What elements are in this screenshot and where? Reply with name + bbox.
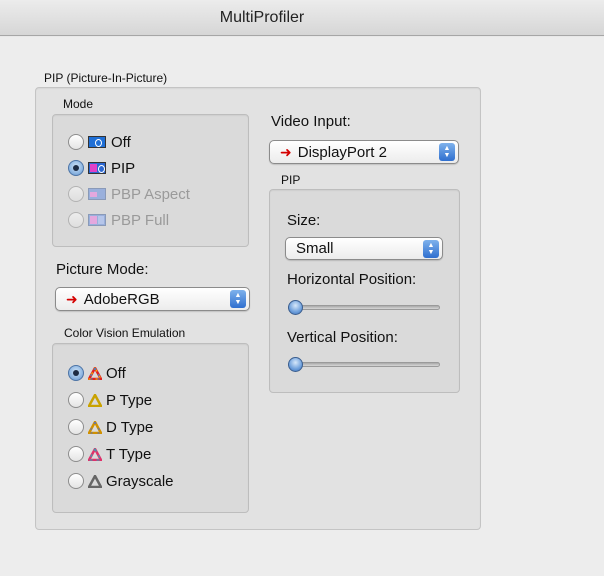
- mode-off-icon: [88, 136, 106, 148]
- popup-stepper-icon: ▲ ▼: [439, 143, 455, 161]
- mode-off-radio[interactable]: [68, 134, 84, 150]
- color-triangle-icon: [88, 366, 102, 380]
- horizontal-position-knob[interactable]: [288, 300, 303, 315]
- vertical-position-knob[interactable]: [288, 357, 303, 372]
- mode-pbp-full-icon: [88, 214, 106, 226]
- cve-option-p-type[interactable]: P Type: [68, 390, 152, 410]
- cve-option-off[interactable]: Off: [68, 363, 126, 383]
- picture-mode-popup[interactable]: ➜ AdobeRGB ▲ ▼: [55, 287, 250, 311]
- color-triangle-icon: [88, 447, 102, 461]
- mode-pip-icon: [88, 162, 106, 174]
- size-label: Size:: [287, 212, 321, 229]
- mode-pbp-aspect-radio[interactable]: [68, 186, 84, 202]
- mode-option-pip[interactable]: PIP: [68, 158, 135, 178]
- picture-mode-label: Picture Mode:: [56, 261, 149, 278]
- vertical-position-label: Vertical Position:: [287, 329, 398, 346]
- mode-option-pbp-aspect[interactable]: PBP Aspect: [68, 184, 190, 204]
- cve-option-t-type[interactable]: T Type: [68, 444, 151, 464]
- mode-pbp-aspect-label: PBP Aspect: [111, 185, 190, 203]
- video-input-value: DisplayPort 2: [297, 143, 387, 161]
- cve-option-d-type[interactable]: D Type: [68, 417, 153, 437]
- pip-group-label: PIP (Picture-In-Picture): [44, 71, 168, 85]
- vertical-position-slider[interactable]: [288, 362, 440, 367]
- mode-pbp-aspect-icon: [88, 188, 106, 200]
- video-input-popup[interactable]: ➜ DisplayPort 2 ▲ ▼: [269, 140, 459, 164]
- cve-option-grayscale[interactable]: Grayscale: [68, 471, 174, 491]
- horizontal-position-slider[interactable]: [288, 305, 440, 310]
- video-input-label: Video Input:: [271, 113, 351, 130]
- cve-group-label: Color Vision Emulation: [64, 326, 186, 340]
- title-bar: MultiProfiler: [0, 0, 604, 36]
- cve-p-type-label: P Type: [106, 391, 153, 409]
- gray-triangle-icon: [88, 474, 102, 488]
- selected-arrow-icon: ➜: [280, 144, 292, 160]
- popup-stepper-icon: ▲ ▼: [230, 290, 246, 308]
- cve-off-radio[interactable]: [68, 365, 84, 381]
- cve-d-type-label: D Type: [106, 418, 154, 436]
- size-value: Small: [296, 240, 334, 257]
- pip-subgroup-label: PIP: [281, 173, 301, 187]
- color-triangle-icon: [88, 420, 102, 434]
- cve-off-label: Off: [106, 364, 126, 382]
- mode-pip-label: PIP: [111, 159, 136, 177]
- cve-t-type-radio[interactable]: [68, 446, 84, 462]
- mode-pbp-full-radio[interactable]: [68, 212, 84, 228]
- cve-t-type-label: T Type: [106, 445, 152, 463]
- color-triangle-icon: [88, 393, 102, 407]
- cve-grayscale-label: Grayscale: [106, 472, 174, 490]
- size-popup[interactable]: Small ▲ ▼: [285, 237, 443, 260]
- mode-pbp-full-label: PBP Full: [111, 211, 170, 229]
- picture-mode-value: AdobeRGB: [83, 290, 160, 308]
- horizontal-position-label: Horizontal Position:: [287, 271, 417, 288]
- cve-grayscale-radio[interactable]: [68, 473, 84, 489]
- selected-arrow-icon: ➜: [66, 291, 78, 307]
- cve-p-type-radio[interactable]: [68, 392, 84, 408]
- mode-option-off[interactable]: Off: [68, 132, 131, 152]
- cve-d-type-radio[interactable]: [68, 419, 84, 435]
- mode-group-label: Mode: [63, 97, 94, 111]
- window-title: MultiProfiler: [219, 9, 305, 26]
- mode-off-label: Off: [111, 133, 131, 151]
- popup-stepper-icon: ▲ ▼: [423, 240, 439, 258]
- window-content: PIP (Picture-In-Picture) Mode Off PIP PB…: [0, 37, 604, 576]
- mode-option-pbp-full[interactable]: PBP Full: [68, 210, 169, 230]
- mode-pip-radio[interactable]: [68, 160, 84, 176]
